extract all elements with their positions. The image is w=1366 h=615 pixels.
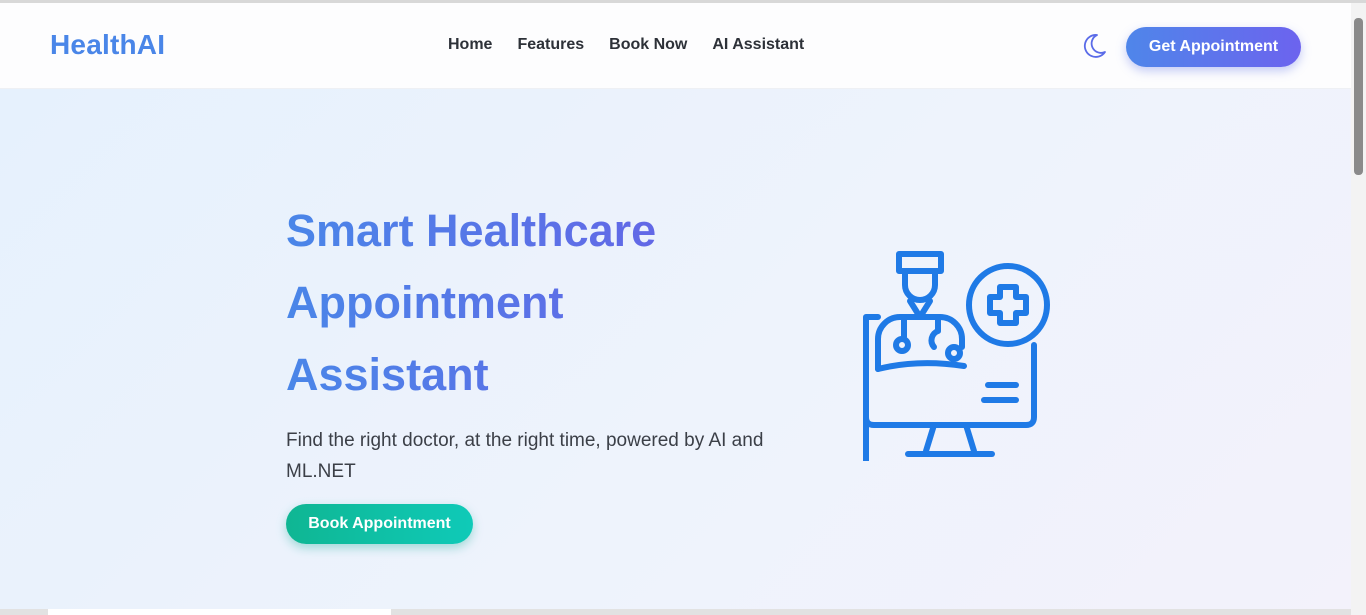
moon-icon[interactable]	[1079, 31, 1109, 61]
brand-logo[interactable]: HealthAI	[50, 29, 165, 61]
nav-link-book-now[interactable]: Book Now	[609, 36, 687, 54]
nav-link-features[interactable]: Features	[517, 36, 584, 54]
hero-title-line-1: Smart Healthcare	[286, 205, 657, 256]
hero-subtitle: Find the right doctor, at the right time…	[286, 430, 764, 482]
book-appointment-button[interactable]: Book Appointment	[286, 504, 473, 544]
bottom-tab	[48, 609, 391, 615]
navbar: HealthAI Home Features Book Now AI Assis…	[0, 3, 1351, 89]
nav-link-ai-assistant[interactable]: AI Assistant	[712, 36, 804, 54]
scrollbar-thumb[interactable]	[1354, 18, 1363, 175]
hero-title-line-3: Assistant	[286, 349, 489, 400]
get-appointment-button[interactable]: Get Appointment	[1126, 27, 1301, 67]
hero-title: Smart Healthcare Appointment Assistant	[286, 195, 766, 411]
hero-title-line-2: Appointment	[286, 277, 564, 328]
hero-section: Smart Healthcare Appointment Assistant F…	[0, 89, 1351, 609]
doctor-computer-icon	[858, 249, 1054, 514]
main-nav: Home Features Book Now AI Assistant	[448, 36, 829, 54]
nav-link-home[interactable]: Home	[448, 36, 492, 54]
